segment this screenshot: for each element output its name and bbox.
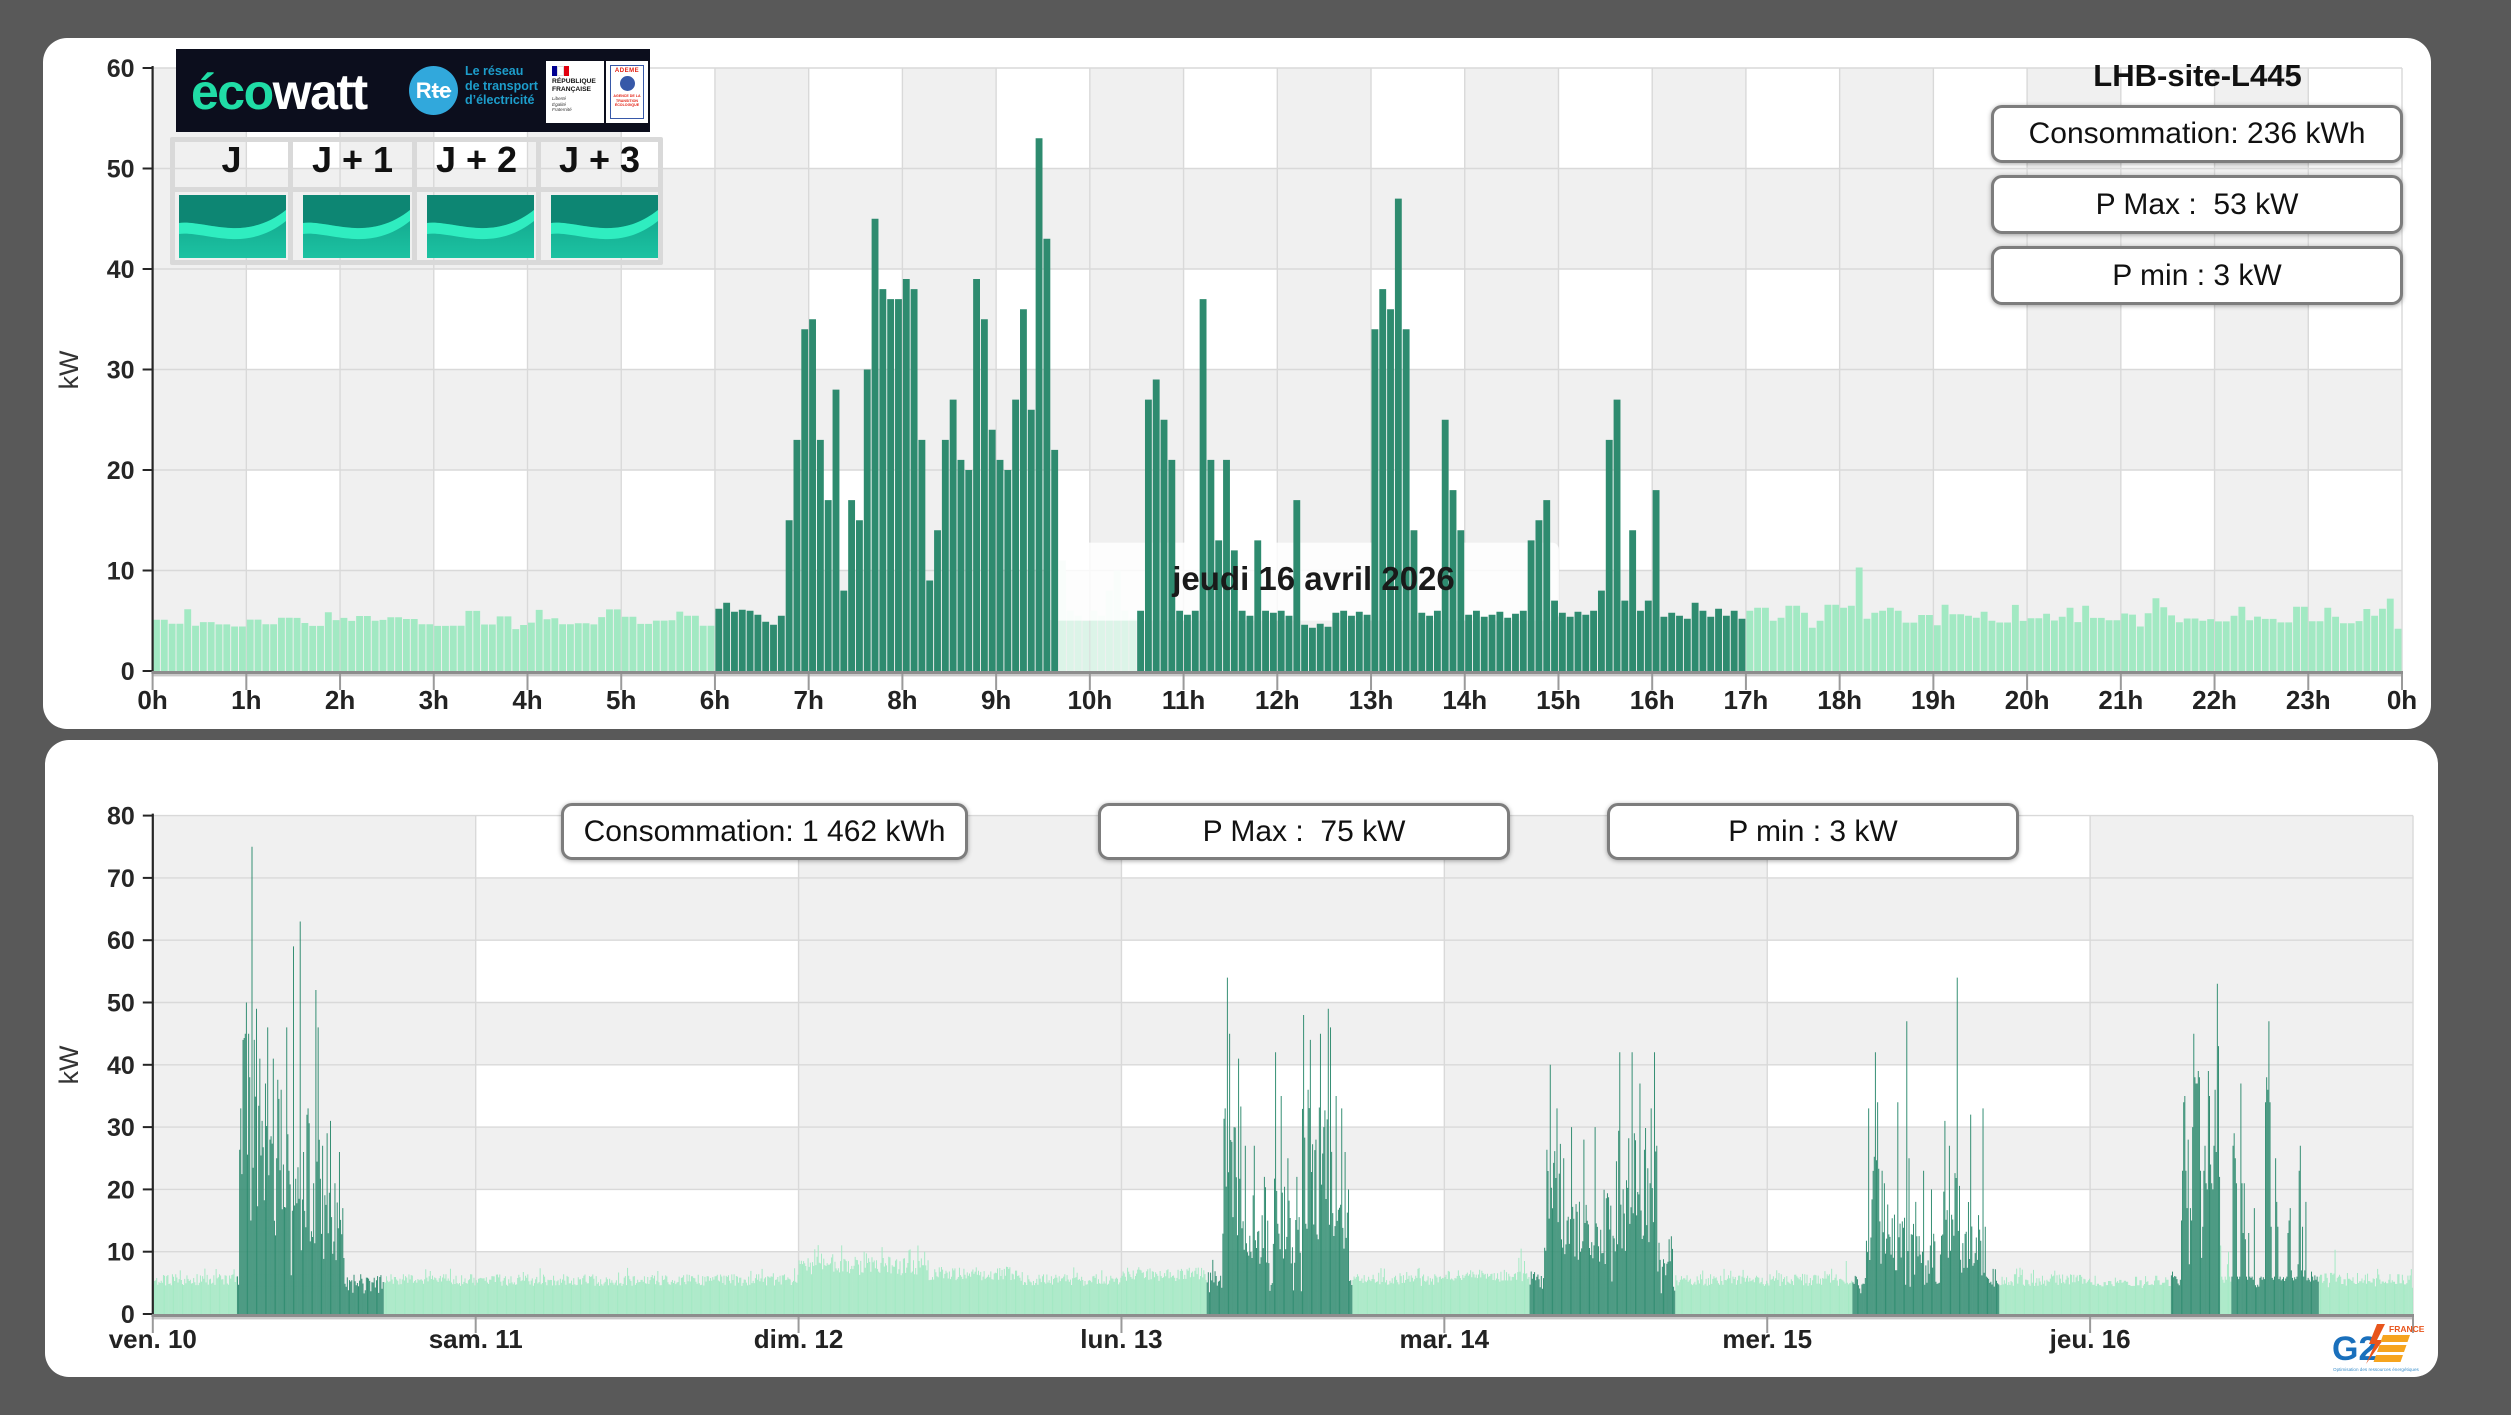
svg-text:kW: kW [54, 350, 84, 390]
svg-text:13h: 13h [1349, 685, 1394, 715]
svg-text:10h: 10h [1067, 685, 1112, 715]
svg-text:20h: 20h [2005, 685, 2050, 715]
svg-text:30: 30 [107, 357, 135, 385]
svg-text:22h: 22h [2192, 685, 2237, 715]
svg-text:40: 40 [107, 1052, 135, 1080]
svg-text:21h: 21h [2098, 685, 2143, 715]
svg-text:80: 80 [107, 803, 135, 831]
svg-text:23h: 23h [2286, 685, 2331, 715]
svg-text:FRANCE: FRANCE [2389, 1324, 2425, 1334]
svg-text:2h: 2h [325, 685, 355, 715]
svg-text:3h: 3h [419, 685, 449, 715]
svg-text:19h: 19h [1911, 685, 1956, 715]
svg-text:20: 20 [107, 457, 135, 485]
svg-text:jeu. 16: jeu. 16 [2049, 1324, 2131, 1354]
svg-text:ven. 10: ven. 10 [109, 1324, 197, 1354]
svg-text:70: 70 [107, 865, 135, 893]
svg-text:30: 30 [107, 1114, 135, 1142]
svg-text:10: 10 [107, 558, 135, 586]
svg-text:sam. 11: sam. 11 [429, 1324, 523, 1354]
svg-text:60: 60 [107, 55, 135, 83]
svg-text:50: 50 [107, 156, 135, 184]
svg-text:mer. 15: mer. 15 [1722, 1324, 1812, 1354]
svg-text:lun. 13: lun. 13 [1080, 1324, 1162, 1354]
svg-text:14h: 14h [1442, 685, 1487, 715]
svg-text:mar. 14: mar. 14 [1400, 1324, 1490, 1354]
svg-text:15h: 15h [1536, 685, 1581, 715]
svg-text:10: 10 [107, 1239, 135, 1267]
svg-text:G2: G2 [2332, 1330, 2377, 1368]
svg-text:1h: 1h [231, 685, 261, 715]
svg-text:8h: 8h [887, 685, 917, 715]
svg-text:0h: 0h [137, 685, 167, 715]
svg-text:7h: 7h [794, 685, 824, 715]
svg-text:11h: 11h [1162, 685, 1205, 715]
svg-text:0: 0 [121, 658, 135, 686]
svg-text:12h: 12h [1255, 685, 1300, 715]
svg-text:dim. 12: dim. 12 [754, 1324, 844, 1354]
svg-text:60: 60 [107, 927, 135, 955]
svg-text:0h: 0h [2387, 685, 2417, 715]
svg-text:17h: 17h [1724, 685, 1769, 715]
svg-text:50: 50 [107, 990, 135, 1018]
svg-text:5h: 5h [606, 685, 636, 715]
svg-text:16h: 16h [1630, 685, 1675, 715]
svg-text:Optimisation des ressources én: Optimisation des ressources énergétiques [2333, 1367, 2419, 1372]
svg-text:9h: 9h [981, 685, 1011, 715]
svg-text:4h: 4h [512, 685, 542, 715]
svg-text:6h: 6h [700, 685, 730, 715]
svg-text:20: 20 [107, 1176, 135, 1204]
svg-text:40: 40 [107, 256, 135, 284]
svg-text:kW: kW [54, 1045, 84, 1085]
svg-text:18h: 18h [1817, 685, 1862, 715]
